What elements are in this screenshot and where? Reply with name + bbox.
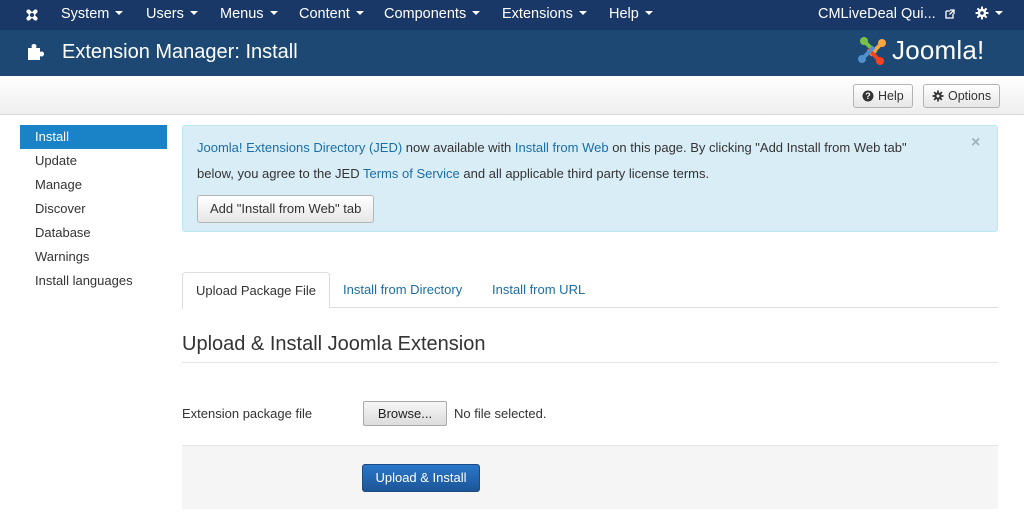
menu-system[interactable]: System (61, 0, 124, 30)
caret-down-icon (189, 11, 198, 16)
sidebar-item-manage[interactable]: Manage (20, 173, 167, 197)
install-from-web-link[interactable]: Install from Web (515, 140, 609, 155)
toolbar: ? Help Options (0, 76, 1024, 115)
caret-down-icon (355, 11, 364, 16)
caret-down-icon (644, 11, 653, 16)
section-title: Upload & Install Joomla Extension (182, 333, 486, 355)
help-button[interactable]: ? Help (853, 84, 913, 108)
alert-text: and all applicable third party license t… (459, 166, 710, 181)
menu-label: Components (384, 6, 467, 22)
menu-label: Users (146, 6, 184, 22)
menu-content[interactable]: Content (299, 0, 364, 30)
site-link[interactable]: CMLiveDeal Qui... (818, 0, 955, 30)
site-link-label: CMLiveDeal Qui... (818, 6, 936, 22)
tab-install-from-url[interactable]: Install from URL (492, 272, 585, 308)
sidebar-item-warnings[interactable]: Warnings (20, 245, 167, 269)
sidebar-item-update[interactable]: Update (20, 149, 167, 173)
menu-components[interactable]: Components (384, 0, 481, 30)
close-icon[interactable]: × (971, 134, 980, 152)
add-install-from-web-tab-button[interactable]: Add "Install from Web" tab (197, 195, 375, 223)
caret-down-icon (269, 11, 278, 16)
joomla-logo-icon[interactable] (22, 5, 42, 25)
menu-label: Menus (220, 6, 264, 22)
jed-link[interactable]: Joomla! Extensions Directory (JED) (197, 140, 402, 155)
options-button-label: Options (948, 89, 992, 103)
alert-line-1: Joomla! Extensions Directory (JED) now a… (197, 140, 907, 155)
alert-text: now available with (402, 140, 515, 155)
caret-down-icon (578, 11, 587, 16)
menu-label: Help (609, 6, 639, 22)
menu-help[interactable]: Help (609, 0, 653, 30)
external-link-icon (945, 9, 955, 19)
page-header: Extension Manager: Install Joomla! (0, 30, 1024, 76)
settings-menu[interactable] (975, 0, 1003, 30)
caret-down-icon (472, 11, 481, 16)
alert-text: below, you agree to the JED (197, 166, 363, 181)
menu-label: System (61, 6, 110, 22)
extension-package-file-label: Extension package file (182, 406, 313, 421)
alert-line-2: below, you agree to the JED Terms of Ser… (197, 166, 709, 181)
joomla-wordmark: Joomla! (892, 35, 985, 65)
caret-down-icon (115, 11, 124, 16)
gear-icon (975, 6, 989, 20)
sidebar: Install Update Manage Discover Database … (20, 125, 167, 293)
browse-button[interactable]: Browse... (363, 401, 447, 426)
help-button-label: Help (878, 89, 904, 103)
jed-info-alert: Joomla! Extensions Directory (JED) now a… (182, 125, 998, 232)
menu-users[interactable]: Users (146, 0, 198, 30)
joomla-logo-icon (858, 37, 886, 65)
section-divider (182, 362, 998, 363)
options-button[interactable]: Options (923, 84, 1001, 108)
install-tabs: Upload Package File Install from Directo… (182, 272, 998, 309)
puzzle-piece-icon (28, 44, 44, 60)
upload-install-button[interactable]: Upload & Install (362, 464, 480, 492)
tab-upload-package-file[interactable]: Upload Package File (182, 272, 330, 309)
sidebar-item-database[interactable]: Database (20, 221, 167, 245)
sidebar-item-install[interactable]: Install (20, 125, 167, 149)
svg-text:?: ? (865, 91, 871, 101)
caret-down-icon (995, 11, 1003, 16)
terms-of-service-link[interactable]: Terms of Service (363, 166, 460, 181)
page-title: Extension Manager: Install (62, 41, 298, 63)
joomla-brand-logo: Joomla! (856, 35, 1001, 69)
sidebar-item-discover[interactable]: Discover (20, 197, 167, 221)
alert-text: on this page. By clicking "Add Install f… (608, 140, 907, 155)
menu-label: Extensions (502, 6, 573, 22)
sidebar-item-install-languages[interactable]: Install languages (20, 269, 167, 293)
menu-label: Content (299, 6, 350, 22)
form-actions: Upload & Install (182, 445, 998, 509)
menu-menus[interactable]: Menus (220, 0, 278, 30)
tab-install-from-directory[interactable]: Install from Directory (343, 272, 462, 308)
gear-icon (932, 90, 944, 102)
top-navbar: System Users Menus Content Components Ex… (0, 0, 1024, 30)
file-status-text: No file selected. (454, 406, 547, 421)
question-circle-icon: ? (862, 90, 874, 102)
menu-extensions[interactable]: Extensions (502, 0, 587, 30)
